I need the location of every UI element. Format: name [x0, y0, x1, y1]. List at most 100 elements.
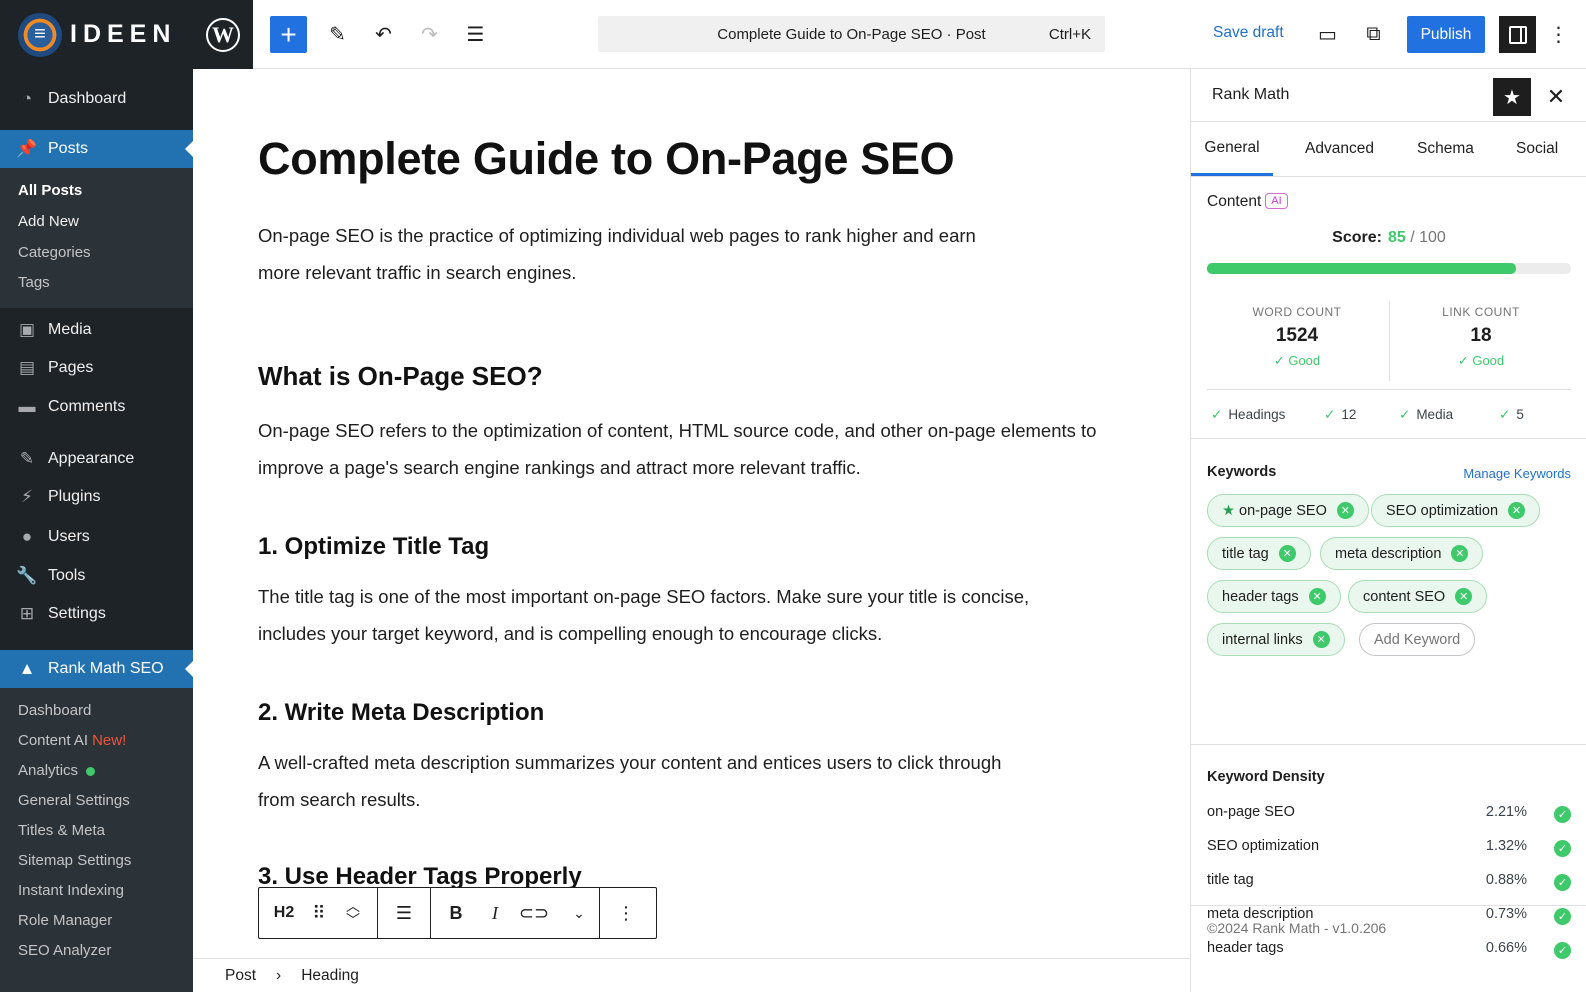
settings-icon: ⊞ [19, 604, 35, 623]
brand-name: IDEEN [70, 20, 177, 48]
submenu-categories[interactable]: Categories [18, 244, 91, 261]
post-title[interactable]: Complete Guide to On-Page SEO [258, 133, 955, 185]
status-dot-icon [86, 766, 96, 776]
move-up-down-icon[interactable]: ︿ ﹀ [329, 888, 377, 938]
keyword-chip-primary[interactable]: ★ on-page SEO ✕ [1207, 494, 1369, 527]
breadcrumb-heading[interactable]: Heading [301, 967, 359, 985]
submenu-tags[interactable]: Tags [18, 274, 50, 291]
options-menu-icon[interactable]: ⋮ [1540, 16, 1577, 53]
submenu-add-new[interactable]: Add New [18, 213, 79, 230]
sidebar-item-posts[interactable]: 📌 Posts [0, 130, 193, 168]
editor-toolbar: W + ✎ ↶ ↷ ☰ Complete Guide to On-Page SE… [193, 0, 1586, 69]
plugin-icon: ⚡ [21, 487, 33, 506]
sidebar-item-rank-math[interactable]: ▲ Rank Math SEO [0, 650, 193, 688]
paragraph-intro[interactable]: On-page SEO is the practice of optimizin… [258, 217, 1018, 291]
sidebar-item-dashboard[interactable]: ◔ Dashboard [0, 80, 193, 118]
check-icon: ✓ [1399, 407, 1411, 422]
close-icon[interactable]: ✕ [1541, 82, 1571, 112]
pin-icon: 📌 [16, 139, 38, 158]
preview-desktop-icon[interactable]: ▭ [1309, 16, 1346, 53]
align-text-icon[interactable]: ☰ [378, 888, 430, 938]
heading-meta-description[interactable]: 2. Write Meta Description [258, 699, 544, 727]
tab-social[interactable]: Social [1516, 122, 1558, 176]
publish-button[interactable]: Publish [1407, 16, 1485, 53]
submenu-analytics[interactable]: Analytics [18, 762, 96, 779]
keyword-chip[interactable]: header tags ✕ [1207, 580, 1341, 613]
keyword-chip[interactable]: SEO optimization ✕ [1371, 494, 1541, 527]
sidebar-item-comments[interactable]: ▬ Comments [0, 388, 193, 426]
wordpress-menu-button[interactable]: W [193, 0, 253, 69]
tab-advanced[interactable]: Advanced [1305, 122, 1374, 176]
submenu-sitemap-settings[interactable]: Sitemap Settings [18, 852, 131, 869]
save-draft-button[interactable]: Save draft [1213, 24, 1284, 42]
check-media: ✓ Media [1399, 407, 1454, 422]
remove-icon[interactable]: ✕ [1336, 502, 1354, 519]
keyword-chip[interactable]: internal links ✕ [1207, 623, 1345, 656]
format-group: B I ⊂⊃ ⌄ [431, 888, 600, 938]
submenu-general-settings[interactable]: General Settings [18, 792, 130, 809]
settings-panel-toggle-icon[interactable] [1499, 16, 1536, 53]
command-palette-bar[interactable]: Complete Guide to On-Page SEO · Post Ctr… [598, 16, 1105, 52]
keyword-chip[interactable]: title tag ✕ [1207, 537, 1311, 570]
submenu-all-posts[interactable]: All Posts [18, 182, 82, 199]
submenu-role-manager[interactable]: Role Manager [18, 912, 112, 929]
sidebar-item-plugins[interactable]: ⚡ Plugins [0, 478, 193, 516]
submenu-rm-dashboard[interactable]: Dashboard [18, 702, 91, 719]
tab-schema[interactable]: Schema [1417, 122, 1474, 176]
view-post-icon[interactable]: ⧉ [1355, 16, 1392, 53]
remove-icon[interactable]: ✕ [1308, 588, 1326, 605]
check-circle-icon: ✓ [1554, 806, 1571, 823]
keyword-chip[interactable]: meta description ✕ [1320, 537, 1484, 570]
command-title: Complete Guide to On-Page SEO · Post [717, 25, 986, 43]
drag-handle-icon[interactable]: ⠿ [309, 888, 329, 938]
add-keyword-input[interactable]: Add Keyword [1359, 623, 1476, 656]
breadcrumb-post[interactable]: Post [225, 967, 256, 985]
paragraph-title-tag[interactable]: The title tag is one of the most importa… [258, 578, 1048, 652]
more-options-icon[interactable]: ⋮ [600, 888, 652, 938]
remove-icon[interactable]: ✕ [1451, 545, 1469, 562]
document-overview-icon[interactable]: ☰ [457, 16, 494, 53]
link-icon[interactable]: ⊂⊃ [509, 888, 559, 938]
undo-icon[interactable]: ↶ [365, 16, 402, 53]
tab-general[interactable]: General [1191, 122, 1273, 176]
submenu-instant-indexing[interactable]: Instant Indexing [18, 882, 124, 899]
site-logo[interactable]: ≡ IDEEN [0, 0, 193, 69]
submenu-titles-meta[interactable]: Titles & Meta [18, 822, 105, 839]
keywords-section: Keywords Manage Keywords ★ on-page SEO ✕ S… [1191, 438, 1586, 745]
check-icon: ✓ [1324, 407, 1336, 422]
bold-icon[interactable]: B [431, 888, 481, 938]
remove-icon[interactable]: ✕ [1508, 502, 1526, 519]
sidebar-item-users[interactable]: ● Users [0, 518, 193, 556]
remove-icon[interactable]: ✕ [1312, 631, 1330, 648]
remove-icon[interactable]: ✕ [1278, 545, 1296, 562]
sidebar-item-appearance[interactable]: ✎ Appearance [0, 440, 193, 478]
wordpress-logo-icon: W [206, 17, 240, 52]
wrench-icon: 🔧 [16, 566, 38, 585]
star-icon: ★ [1222, 502, 1235, 519]
submenu-seo-analyzer[interactable]: SEO Analyzer [18, 942, 111, 959]
block-toolbar: H2 ⠿ ︿ ﹀ ☰ B I ⊂⊃ ⌄ ⋮ [258, 887, 657, 939]
heading-level-button[interactable]: H2 [259, 888, 309, 938]
check-headings-count: ✓ 12 [1324, 407, 1357, 422]
paragraph-what-is[interactable]: On-page SEO refers to the optimization o… [258, 412, 1098, 486]
manage-keywords-link[interactable]: Manage Keywords [1463, 466, 1571, 481]
chevron-down-icon[interactable]: ⌄ [559, 888, 599, 938]
remove-icon[interactable]: ✕ [1455, 588, 1473, 605]
shortcut-hint: Ctrl+K [1048, 25, 1091, 43]
italic-icon[interactable]: I [481, 888, 509, 938]
sidebar-item-settings[interactable]: ⊞ Settings [0, 595, 193, 633]
add-block-button[interactable]: + [270, 16, 307, 53]
edit-tool-pencil-icon[interactable]: ✎ [319, 16, 356, 53]
paragraph-meta-description[interactable]: A well-crafted meta description summariz… [258, 744, 1008, 818]
redo-icon[interactable]: ↷ [411, 16, 448, 53]
panel-tabs: General Advanced Schema Social [1191, 121, 1586, 177]
sidebar-item-media[interactable]: ▣ Media [0, 311, 193, 349]
heading-title-tag[interactable]: 1. Optimize Title Tag [258, 533, 489, 561]
submenu-content-ai[interactable]: Content AI New! [18, 732, 126, 749]
sidebar-item-tools[interactable]: 🔧 Tools [0, 557, 193, 595]
heading-what-is[interactable]: What is On-Page SEO? [258, 361, 543, 392]
keyword-chip[interactable]: content SEO ✕ [1348, 580, 1488, 613]
sidebar-item-pages[interactable]: ▤ Pages [0, 349, 193, 387]
star-icon[interactable]: ★ [1493, 78, 1531, 116]
rank-math-panel: Rank Math ★ ✕ General Advanced Schema So… [1190, 69, 1586, 992]
